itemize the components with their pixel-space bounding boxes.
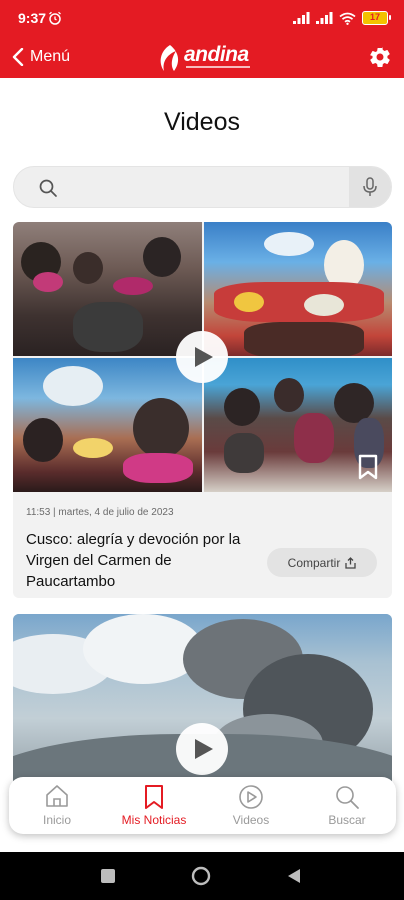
recents-square-icon[interactable] [100, 868, 116, 884]
nav-label: Mis Noticias [121, 813, 187, 827]
video-card: 11:53 | martes, 4 de julio de 2023 Cusco… [13, 222, 392, 598]
nav-tab-videos[interactable]: Videos [203, 777, 299, 834]
chevron-left-icon [12, 48, 24, 66]
back-triangle-icon[interactable] [286, 868, 302, 884]
video-title[interactable]: Cusco: alegría y devoción por la Virgen … [26, 529, 256, 592]
share-icon [345, 556, 356, 569]
play-circle-icon [239, 785, 263, 809]
search-icon [336, 786, 359, 809]
nav-tab-inicio[interactable]: Inicio [9, 777, 105, 834]
share-label: Compartir [287, 555, 341, 570]
page-title: Videos [164, 108, 240, 136]
thumbnail-tile [204, 222, 392, 356]
andina-logo: andina [156, 41, 252, 75]
signal-icon [293, 12, 310, 24]
search-icon [39, 179, 57, 197]
logo-tagline-bar [186, 66, 250, 68]
microphone-icon [363, 177, 377, 196]
status-icons: 17 [293, 10, 391, 26]
share-button[interactable]: Compartir [267, 548, 377, 577]
nav-label: Inicio [42, 813, 71, 827]
play-button[interactable] [176, 331, 228, 383]
alarm-icon [49, 11, 61, 25]
bottom-navigation: Inicio Mis Noticias Videos Buscar [9, 777, 396, 834]
video-card [13, 614, 392, 804]
thumbnail-tile [13, 358, 202, 492]
play-icon [195, 347, 213, 367]
back-menu-button[interactable]: Menú [12, 45, 70, 69]
logo-text: andina [184, 43, 249, 66]
bookmark-icon[interactable] [357, 454, 379, 480]
video-thumbnail[interactable] [13, 614, 392, 804]
battery-icon: 17 [362, 11, 391, 25]
settings-gear-icon[interactable] [368, 45, 392, 69]
thumbnail-tile [13, 222, 202, 356]
bookmark-icon [145, 785, 163, 809]
video-thumbnail[interactable] [13, 222, 392, 492]
video-thumbnail-image [13, 614, 392, 804]
voice-search-button[interactable] [349, 167, 391, 207]
video-date: 11:53 | martes, 4 de julio de 2023 [26, 507, 174, 518]
play-button[interactable] [176, 723, 228, 775]
home-circle-icon[interactable] [191, 866, 211, 886]
back-menu-label: Menú [30, 48, 71, 65]
search-bar [13, 166, 392, 208]
search-input[interactable] [76, 173, 346, 203]
app-header: Menú andina [0, 37, 404, 78]
nav-tab-mis-noticias[interactable]: Mis Noticias [106, 777, 202, 834]
signal-icon [316, 12, 333, 24]
logo-mark-icon [160, 45, 179, 71]
status-time: 9:37 [18, 10, 47, 26]
home-icon [46, 785, 68, 807]
wifi-icon [339, 12, 356, 25]
play-icon [195, 739, 213, 759]
nav-label: Buscar [328, 813, 366, 827]
system-navigation-bar [0, 852, 404, 900]
status-bar: 9:37 17 [0, 0, 404, 37]
nav-tab-buscar[interactable]: Buscar [299, 777, 395, 834]
nav-label: Videos [232, 813, 270, 827]
